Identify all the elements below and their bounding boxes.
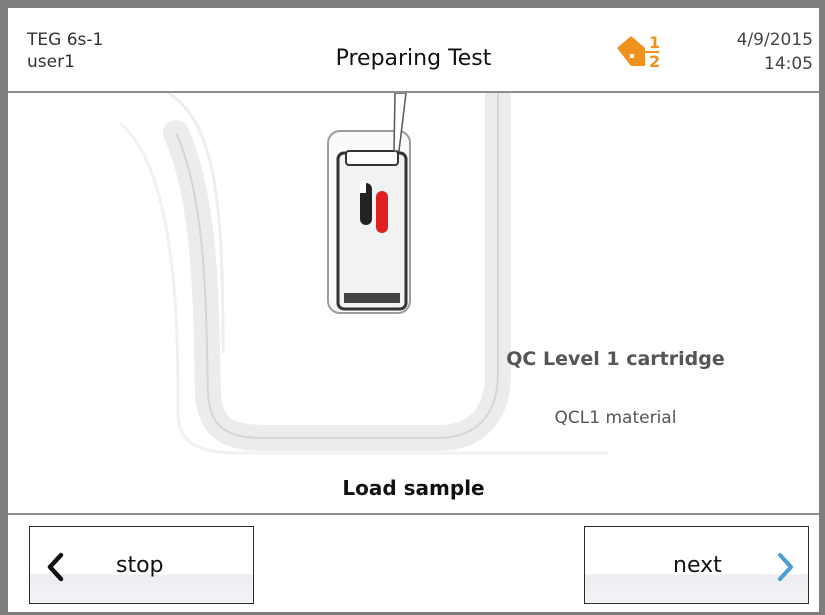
instruction-text: Load sample bbox=[342, 476, 485, 500]
time-display: 14:05 bbox=[764, 54, 813, 74]
svg-text:2: 2 bbox=[649, 52, 660, 71]
main-content: QC Level 1 cartridge QCL1 material Load … bbox=[8, 93, 819, 513]
device-screen: TEG 6s-1 user1 Preparing Test 1 2 4/9/20… bbox=[8, 8, 819, 612]
chevron-left-icon bbox=[47, 552, 64, 582]
next-button[interactable]: next bbox=[584, 526, 809, 604]
cartridge-label: QC Level 1 cartridge bbox=[506, 348, 725, 370]
material-label: QCL1 material bbox=[554, 408, 677, 428]
analyzer-cartridge-illustration bbox=[119, 93, 608, 455]
chevron-right-icon bbox=[778, 553, 793, 581]
warning-level-icon[interactable]: 1 2 bbox=[613, 32, 671, 72]
footer-bar: stop next bbox=[8, 513, 819, 612]
date-display: 4/9/2015 bbox=[736, 30, 813, 50]
header-bar: TEG 6s-1 user1 Preparing Test 1 2 4/9/20… bbox=[8, 8, 819, 93]
stop-button[interactable]: stop bbox=[29, 526, 254, 604]
next-button-label: next bbox=[673, 553, 722, 578]
svg-text:1: 1 bbox=[649, 33, 660, 52]
stop-button-label: stop bbox=[116, 553, 164, 578]
page-title: Preparing Test bbox=[335, 46, 492, 71]
